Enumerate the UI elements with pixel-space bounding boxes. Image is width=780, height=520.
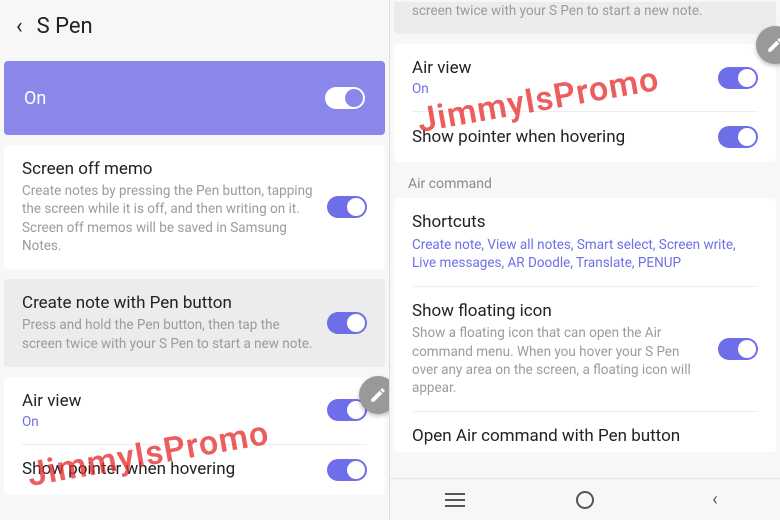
toggle-switch[interactable] [718,67,758,89]
toggle-switch[interactable] [327,312,367,334]
row-status: On [412,81,706,97]
row-desc: screen twice with your S Pen to start a … [412,2,758,20]
section-header-air-command: Air command [390,162,780,198]
row-create-note[interactable]: Create note with Pen button Press and ho… [4,279,385,367]
settings-panel-right: screen twice with your S Pen to start a … [390,0,780,520]
row-title: Shortcuts [412,212,746,233]
row-create-note-partial: screen twice with your S Pen to start a … [394,2,776,34]
row-screen-off-memo[interactable]: Screen off memo Create notes by pressing… [4,145,385,269]
toggle-switch[interactable] [327,196,367,218]
row-title: Air view [412,58,706,79]
settings-card-aircmd: Shortcuts Create note, View all notes, S… [394,198,776,451]
row-air-view[interactable]: Air view On [4,377,385,444]
nav-home-button[interactable] [573,488,597,512]
row-desc: Press and hold the Pen button, then tap … [22,316,315,352]
toggle-switch[interactable] [718,126,758,148]
row-title: Open Air command with Pen button [412,426,746,447]
row-open-air-command[interactable]: Open Air command with Pen button [394,412,776,451]
row-shortcuts[interactable]: Shortcuts Create note, View all notes, S… [394,198,776,286]
settings-card-2: Create note with Pen button Press and ho… [4,279,385,367]
row-title: Screen off memo [22,159,315,180]
nav-recents-button[interactable] [443,488,467,512]
recents-icon [445,493,465,507]
back-icon[interactable]: ‹ [16,14,23,39]
row-desc: Show a floating icon that can open the A… [412,324,706,397]
back-caret-icon: ‹ [712,489,717,510]
row-title: Air view [22,391,315,412]
row-title: Show pointer when hovering [412,127,706,148]
edit-fab[interactable] [359,376,390,414]
header: ‹ S Pen [0,0,389,61]
settings-panel-left: ‹ S Pen On Screen off memo Create notes … [0,0,390,520]
android-navbar: ‹ [390,478,780,520]
master-toggle-switch[interactable] [325,87,365,109]
row-title: Show floating icon [412,301,706,322]
master-toggle-label: On [24,88,325,109]
row-desc: Create notes by pressing the Pen button,… [22,182,315,255]
row-shortcuts-list: Create note, View all notes, Smart selec… [412,236,746,272]
row-pointer[interactable]: Show pointer when hovering [394,112,776,162]
settings-card-1: Screen off memo Create notes by pressing… [4,145,385,269]
row-title: Create note with Pen button [22,293,315,314]
row-pointer[interactable]: Show pointer when hovering [4,445,385,495]
master-toggle-banner[interactable]: On [4,61,385,135]
toggle-switch[interactable] [718,338,758,360]
row-floating-icon[interactable]: Show floating icon Show a floating icon … [394,287,776,411]
settings-card-airview: Air view On Show pointer when hovering [394,44,776,162]
row-air-view[interactable]: Air view On [394,44,776,111]
row-title: Show pointer when hovering [22,459,315,480]
home-icon [576,491,594,509]
settings-card-3: Air view On Show pointer when hovering [4,377,385,495]
toggle-switch[interactable] [327,459,367,481]
row-status: On [22,414,315,430]
nav-back-button[interactable]: ‹ [703,488,727,512]
page-title: S Pen [37,14,93,39]
pencil-icon [369,386,387,404]
